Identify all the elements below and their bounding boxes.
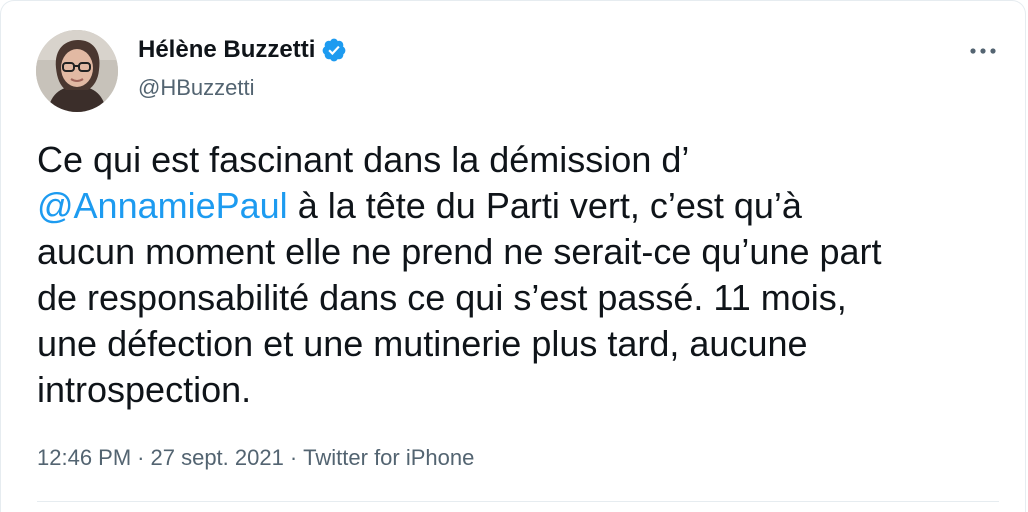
user-handle[interactable]: @HBuzzetti	[138, 75, 254, 101]
tweet-meta: 12:46 PM · 27 sept. 2021 · Twitter for iPhon…	[37, 445, 474, 471]
display-name[interactable]: Hélène Buzzetti	[138, 36, 347, 64]
verified-badge-icon	[321, 37, 347, 63]
display-name-text: Hélène Buzzetti	[138, 36, 316, 63]
more-horizontal-icon	[970, 48, 996, 54]
more-options-button[interactable]	[967, 41, 999, 61]
tweet-timestamp-link[interactable]: 12:46 PM · 27 sept. 2021	[37, 445, 284, 470]
avatar[interactable]	[36, 30, 118, 112]
meta-separator: ·	[137, 445, 145, 470]
tweet-source-link[interactable]: Twitter for iPhone	[303, 445, 474, 470]
tweet-time: 12:46 PM	[37, 445, 132, 470]
divider	[37, 501, 999, 502]
tweet-text-start: Ce qui est fascinant dans la démission d…	[37, 139, 690, 180]
tweet-date: 27 sept. 2021	[150, 445, 284, 470]
tweet-card: Hélène Buzzetti @HBuzzetti Ce qui est fa…	[0, 0, 1026, 512]
meta-separator-2: ·	[289, 445, 298, 470]
tweet-text: Ce qui est fascinant dans la démission d…	[37, 137, 997, 413]
mention-link[interactable]: @AnnamiePaul	[37, 185, 288, 226]
profile-photo-icon	[36, 30, 118, 112]
